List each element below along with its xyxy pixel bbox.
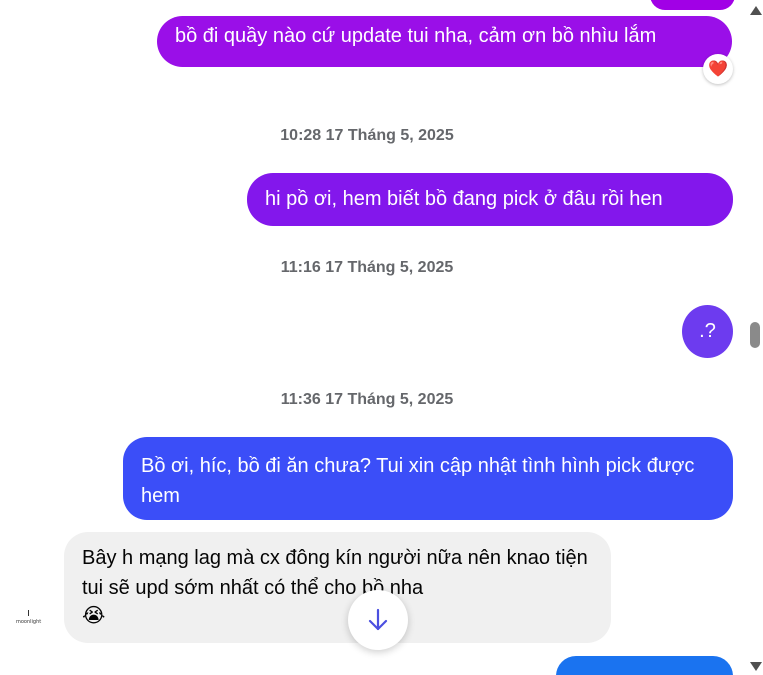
crying-emoji-icon: 😭 [82, 605, 106, 627]
chat-thread: bồ đi quầy nào cứ update tui nha, cảm ơn… [0, 0, 745, 675]
message-bubble-outgoing[interactable]: hi pồ ơi, hem biết bồ đang pick ở đâu rồ… [247, 173, 733, 226]
scrollbar-thumb[interactable] [750, 322, 760, 348]
arrow-down-icon [368, 608, 388, 631]
message-text: Bồ ơi, híc, bồ đi ăn chưa? Tui xin cập n… [141, 455, 695, 507]
message-text: Bây h mạng lag mà cx đông kín người nữa … [82, 547, 588, 599]
scroll-up-arrow-icon[interactable] [750, 6, 762, 15]
scroll-to-bottom-button[interactable] [348, 590, 408, 650]
vertical-scrollbar[interactable] [745, 0, 763, 675]
scroll-down-arrow-icon[interactable] [750, 662, 762, 671]
message-text: hi pồ ơi, hem biết bồ đang pick ở đâu rồ… [265, 188, 663, 210]
timestamp: 11:16 17 Tháng 5, 2025 [280, 259, 454, 276]
message-bubble-partial[interactable] [556, 656, 733, 675]
message-bubble-incoming[interactable]: Bây h mạng lag mà cx đông kín người nữa … [64, 532, 611, 643]
message-bubble-outgoing[interactable]: Bồ ơi, híc, bồ đi ăn chưa? Tui xin cập n… [123, 437, 733, 520]
message-bubble-partial[interactable] [650, 0, 735, 10]
message-text: .? [699, 320, 716, 342]
message-text: bồ đi quầy nào cứ update tui nha, cảm ơn… [175, 25, 657, 47]
heart-reaction-icon[interactable]: ❤️ [703, 54, 733, 84]
message-bubble-outgoing[interactable]: bồ đi quầy nào cứ update tui nha, cảm ơn… [157, 16, 732, 67]
sender-avatar[interactable]: moonlight [16, 610, 48, 630]
timestamp: 11:36 17 Tháng 5, 2025 [280, 391, 454, 408]
message-bubble-outgoing[interactable]: .? [682, 305, 733, 358]
timestamp: 10:28 17 Tháng 5, 2025 [280, 127, 454, 144]
